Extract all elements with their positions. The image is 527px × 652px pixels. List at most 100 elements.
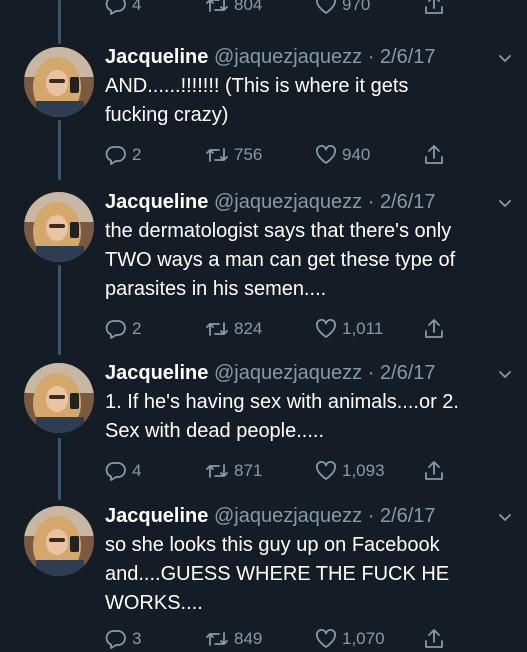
avatar[interactable]	[24, 192, 94, 262]
tweet-header: Jacqueline @jaquezjaquezz · 2/6/17	[105, 503, 505, 529]
author-handle[interactable]: @jaquezjaquezz	[214, 362, 362, 384]
share-icon	[423, 460, 445, 482]
reply-button[interactable]: 3	[105, 626, 141, 652]
tweet-header: Jacqueline @jaquezjaquezz · 2/6/17	[105, 44, 505, 70]
chevron-down-icon[interactable]	[495, 364, 515, 384]
reply-count: 4	[132, 0, 142, 14]
tweet-text-line: TWO ways a man can get these type of	[105, 249, 456, 271]
reply-button[interactable]: 2	[105, 142, 141, 168]
separator-dot: ·	[367, 191, 375, 213]
share-button[interactable]	[423, 0, 445, 18]
tweet-date[interactable]: 2/6/17	[380, 191, 436, 213]
like-button[interactable]: 940	[315, 142, 370, 168]
reply-count: 4	[132, 461, 142, 480]
author-handle[interactable]: @jaquezjaquezz	[214, 46, 362, 68]
share-button[interactable]	[423, 458, 445, 484]
retweet-icon	[205, 0, 229, 15]
separator-dot: ·	[367, 46, 375, 68]
tweet-actions: 3 849 1,070	[105, 626, 505, 652]
retweet-count: 849	[234, 629, 263, 648]
like-count: 1,093	[342, 461, 385, 480]
chevron-down-icon[interactable]	[495, 507, 515, 527]
thread-line	[58, 438, 61, 500]
tweet-text-line: so she looks this guy up on Facebook	[105, 534, 440, 556]
reply-icon	[105, 629, 127, 649]
retweet-button[interactable]: 756	[205, 142, 262, 168]
like-count: 1,070	[342, 629, 385, 648]
tweet-date[interactable]: 2/6/17	[380, 362, 436, 384]
share-button[interactable]	[423, 316, 445, 342]
tweet-header: Jacqueline @jaquezjaquezz · 2/6/17	[105, 360, 505, 386]
reply-button[interactable]: 4	[105, 458, 141, 484]
tweet-date[interactable]: 2/6/17	[380, 505, 436, 527]
author-name[interactable]: Jacqueline	[105, 46, 208, 68]
share-button[interactable]	[423, 142, 445, 168]
reply-icon	[105, 145, 127, 165]
tweet-text-line: Sex with dead people.....	[105, 420, 325, 442]
separator-dot: ·	[367, 505, 375, 527]
reply-icon	[105, 319, 127, 339]
reply-count: 3	[132, 629, 142, 648]
reply-button[interactable]: 4	[105, 0, 141, 18]
retweet-button[interactable]: 804	[205, 0, 262, 18]
heart-icon	[315, 319, 337, 339]
share-icon	[423, 0, 445, 16]
tweet-content: Jacqueline @jaquezjaquezz · 2/6/17 so sh…	[105, 503, 511, 652]
like-button[interactable]: 1,011	[315, 316, 383, 342]
tweet-content: Jacqueline @jaquezjaquezz · 2/6/17 AND..…	[105, 44, 511, 168]
reply-count: 2	[132, 145, 142, 164]
tweet-date[interactable]: 2/6/17	[380, 46, 436, 68]
author-handle[interactable]: @jaquezjaquezz	[214, 191, 362, 213]
author-handle[interactable]: @jaquezjaquezz	[214, 505, 362, 527]
avatar[interactable]	[24, 506, 94, 576]
reply-button[interactable]: 2	[105, 316, 141, 342]
tweet-text: 1. If he's having sex with animals....or…	[105, 388, 505, 446]
tweet-actions: 2 824 1,011	[105, 316, 505, 342]
like-count: 970	[342, 0, 371, 14]
retweet-button[interactable]: 849	[205, 626, 262, 652]
retweet-icon	[205, 629, 229, 649]
previous-tweet-actions: 4 804 970	[105, 0, 505, 16]
author-name[interactable]: Jacqueline	[105, 362, 208, 384]
retweet-button[interactable]: 871	[205, 458, 262, 484]
retweet-count: 824	[234, 319, 263, 338]
tweet-text-line: parasites in his semen....	[105, 278, 327, 300]
retweet-count: 756	[234, 145, 263, 164]
retweet-icon	[205, 461, 229, 481]
tweet-text: AND......!!!!!!! (This is where it gets …	[105, 72, 505, 130]
share-icon	[423, 144, 445, 166]
author-name[interactable]: Jacqueline	[105, 505, 208, 527]
tweet-text: so she looks this guy up on Facebook and…	[105, 531, 505, 618]
tweet-content: Jacqueline @jaquezjaquezz · 2/6/17 the d…	[105, 189, 511, 342]
chevron-down-icon[interactable]	[495, 48, 515, 68]
like-button[interactable]: 1,093	[315, 458, 385, 484]
reply-count: 2	[132, 319, 142, 338]
tweet-text: the dermatologist says that there's only…	[105, 217, 505, 304]
avatar[interactable]	[24, 47, 94, 117]
retweet-button[interactable]: 824	[205, 316, 262, 342]
author-name[interactable]: Jacqueline	[105, 191, 208, 213]
retweet-count: 804	[234, 0, 263, 14]
chevron-down-icon[interactable]	[495, 193, 515, 213]
avatar[interactable]	[24, 363, 94, 433]
share-icon	[423, 628, 445, 650]
heart-icon	[315, 0, 337, 15]
like-button[interactable]: 970	[315, 0, 370, 18]
tweet-text-line: AND......!!!!!!! (This is where it gets	[105, 75, 409, 97]
retweet-icon	[205, 145, 229, 165]
heart-icon	[315, 461, 337, 481]
thread-line	[58, 120, 61, 180]
reply-icon	[105, 461, 127, 481]
share-button[interactable]	[423, 626, 445, 652]
tweet-text-line: fucking crazy)	[105, 104, 229, 126]
tweet-actions: 4 871 1,093	[105, 458, 505, 484]
tweet-header: Jacqueline @jaquezjaquezz · 2/6/17	[105, 189, 505, 215]
tweet-text-line: WORKS....	[105, 592, 203, 614]
heart-icon	[315, 145, 337, 165]
tweet-text-line: the dermatologist says that there's only	[105, 220, 452, 242]
heart-icon	[315, 629, 337, 649]
retweet-icon	[205, 319, 229, 339]
share-icon	[423, 318, 445, 340]
like-button[interactable]: 1,070	[315, 626, 385, 652]
tweet-actions: 2 756 940	[105, 142, 505, 168]
